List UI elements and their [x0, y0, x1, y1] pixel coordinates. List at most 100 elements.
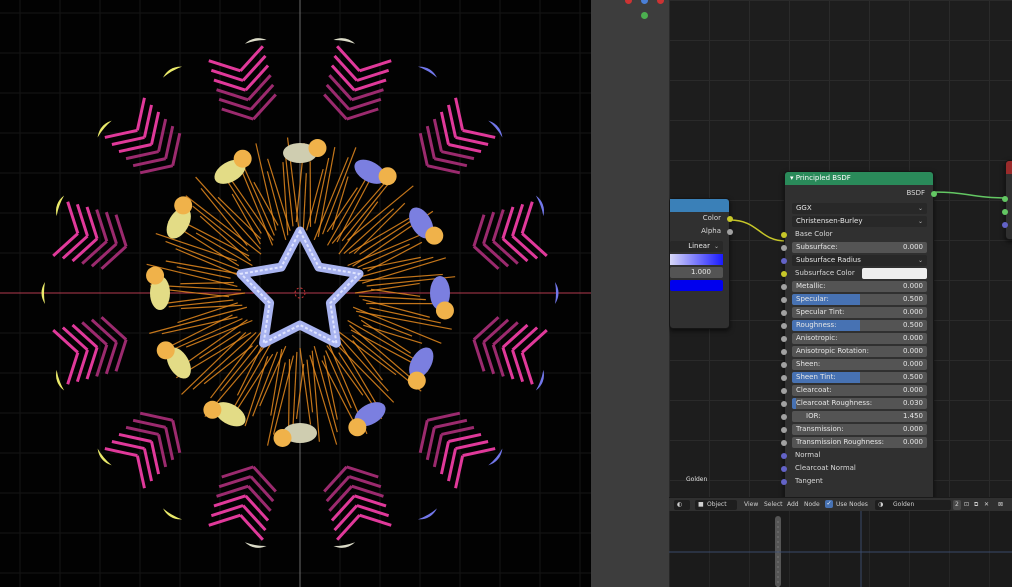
base-color-socket[interactable]: [781, 231, 787, 238]
record-dot-icon[interactable]: [625, 0, 632, 4]
anisotropic-rotation-socket[interactable]: [781, 348, 787, 355]
surface-socket[interactable]: [1002, 196, 1008, 202]
clearcoat-row: Clearcoat: 0.000: [781, 384, 933, 397]
user-count-badge[interactable]: 2: [953, 500, 961, 510]
subsurface-color-swatch[interactable]: [862, 268, 927, 279]
node-editor-header: ◐ ■ Object View Select Add Node ✓ Use No…: [669, 497, 1012, 511]
alpha-socket[interactable]: [727, 228, 733, 235]
anisotropic-field[interactable]: Anisotropic: 0.000: [792, 333, 927, 344]
metallic-field[interactable]: Metallic: 0.000: [792, 281, 927, 292]
subsurface-socket[interactable]: [781, 244, 787, 251]
shader-node-editor[interactable]: Color Alpha ⌄ Linear 1.000 ▾ Principled …: [669, 0, 1012, 497]
orange-fiber: [352, 340, 383, 381]
position-field[interactable]: 1.000: [670, 267, 723, 278]
principled-bsdf-header[interactable]: ▾ Principled BSDF: [785, 172, 933, 185]
color-ramp-node[interactable]: Color Alpha ⌄ Linear 1.000: [669, 198, 733, 329]
specular-socket[interactable]: [781, 296, 787, 303]
subsurface-field[interactable]: Subsurface: 0.000: [792, 242, 927, 253]
bottom-editor-area[interactable]: [669, 511, 1012, 587]
anisotropic-rotation-field[interactable]: Anisotropic Rotation: 0.000: [792, 346, 927, 357]
3d-viewport[interactable]: [0, 0, 591, 587]
specular-field[interactable]: Specular: 0.500: [792, 294, 927, 305]
metallic-socket[interactable]: [781, 283, 787, 290]
clearcoat-socket[interactable]: [781, 387, 787, 394]
transmission-field[interactable]: Transmission: 0.000: [792, 424, 927, 435]
pink-feather: [418, 97, 496, 175]
mane: [378, 167, 397, 186]
displacement-socket[interactable]: [1002, 222, 1008, 228]
transmission-roughness-socket[interactable]: [781, 439, 787, 446]
object-mode-dropdown[interactable]: ■ Object: [695, 500, 737, 510]
clearcoat-normal-socket[interactable]: [781, 465, 787, 472]
subsurface-radius-socket[interactable]: [781, 257, 787, 264]
stop-color-swatch[interactable]: [670, 280, 723, 291]
subsurface-color-socket[interactable]: [781, 270, 787, 277]
subsurface-method-dropdown[interactable]: Christensen-Burley ⌄: [792, 216, 927, 227]
sheen-tint-field[interactable]: Sheen Tint: 0.500: [792, 372, 927, 383]
specular-tint-field[interactable]: Specular Tint: 0.000: [792, 307, 927, 318]
menu-select[interactable]: Select: [764, 501, 783, 509]
new-material-icon[interactable]: ⧉: [974, 501, 978, 509]
bird: [417, 508, 438, 520]
bsdf-output-row: BSDF: [785, 187, 937, 200]
distribution-dropdown[interactable]: GGX ⌄: [792, 203, 927, 214]
menu-add[interactable]: Add: [787, 501, 799, 509]
clearcoat-roughness-field[interactable]: Clearcoat Roughness: 0.030: [792, 398, 927, 409]
material-output-node[interactable]: [1002, 160, 1012, 240]
ior-field[interactable]: IOR: 1.450: [792, 411, 927, 422]
sheen-field[interactable]: Sheen: 0.000: [792, 359, 927, 370]
editor-type-button[interactable]: ◐: [674, 500, 690, 510]
chevron-down-icon: ⌄: [917, 205, 923, 212]
tangent-socket[interactable]: [781, 478, 787, 485]
material-selector[interactable]: ◑ Golden: [875, 500, 951, 510]
ior-socket[interactable]: [781, 413, 787, 420]
color-ramp-gradient[interactable]: [670, 254, 723, 265]
normal-socket[interactable]: [781, 452, 787, 459]
specular-tint-socket[interactable]: [781, 309, 787, 316]
subsurface-radius-dropdown[interactable]: Subsurface Radius ⌄: [792, 255, 927, 266]
transmission-roughness-row: Transmission Roughness: 0.000: [781, 436, 933, 449]
orange-fiber: [187, 223, 250, 257]
position-row: 1.000: [670, 266, 729, 279]
use-nodes-checkbox[interactable]: ✓: [825, 500, 833, 508]
menu-node[interactable]: Node: [804, 501, 820, 509]
base-color-row: Base Color: [781, 228, 933, 241]
sheen-socket[interactable]: [781, 361, 787, 368]
anisotropic-rotation-row: Anisotropic Rotation: 0.000: [781, 345, 933, 358]
pin-icon[interactable]: ⊠: [998, 501, 1003, 509]
ior-row: IOR: 1.450: [781, 410, 933, 423]
clearcoat-field[interactable]: Clearcoat: 0.000: [792, 385, 927, 396]
material-output-header: [1006, 161, 1012, 174]
metallic-row: Metallic: 0.000: [781, 280, 933, 293]
sheen-tint-socket[interactable]: [781, 374, 787, 381]
principled-bsdf-node[interactable]: ▾ Principled BSDF BSDF GGX ⌄ Christensen-…: [781, 171, 937, 497]
bird: [417, 66, 438, 78]
fake-user-icon[interactable]: ⊡: [964, 501, 969, 509]
roughness-field[interactable]: Roughness: 0.500: [792, 320, 927, 331]
bird: [488, 120, 503, 138]
bird: [244, 542, 267, 548]
transmission-roughness-field[interactable]: Transmission Roughness: 0.000: [792, 437, 927, 448]
roughness-socket[interactable]: [781, 322, 787, 329]
bird: [333, 38, 356, 44]
roughness-row: Roughness: 0.500: [781, 319, 933, 332]
interpolation-dropdown[interactable]: ⌄ Linear: [670, 241, 723, 252]
subsurface-method-row: Christensen-Burley ⌄: [785, 215, 933, 228]
orange-fiber: [313, 157, 349, 241]
clearcoat-roughness-socket[interactable]: [781, 400, 787, 407]
object-icon: ■: [698, 501, 704, 508]
material-name-label: Golden: [686, 476, 708, 483]
blue-dot-icon[interactable]: [641, 0, 648, 4]
specular-row: Specular: 0.500: [781, 293, 933, 306]
green-dot-icon[interactable]: [641, 12, 648, 19]
menu-view[interactable]: View: [744, 501, 758, 509]
orange-fiber: [199, 215, 251, 262]
volume-socket[interactable]: [1002, 209, 1008, 215]
color-socket[interactable]: [727, 215, 733, 222]
red-dot-icon[interactable]: [657, 0, 664, 4]
unlink-icon[interactable]: ✕: [984, 501, 989, 509]
orange-fiber: [236, 343, 264, 396]
anisotropic-socket[interactable]: [781, 335, 787, 342]
bsdf-socket[interactable]: [931, 190, 937, 197]
transmission-socket[interactable]: [781, 426, 787, 433]
